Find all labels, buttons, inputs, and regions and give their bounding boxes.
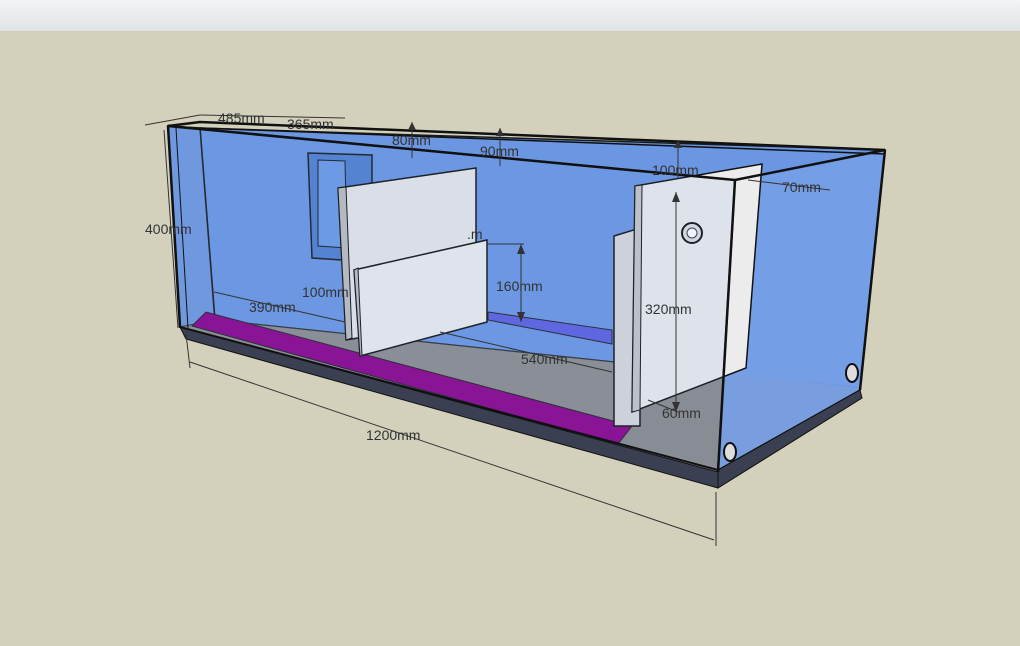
dim-label-middle-section: 540mm: [521, 351, 568, 367]
dim-label-hidden-fragment: .m: [467, 226, 483, 242]
dim-label-gap-a: 80mm: [392, 132, 431, 148]
dim-label-left-section: 390mm: [249, 299, 296, 315]
sump-model-view: 485mm 365mm 80mm 90mm 100mm 70mm 400mm .…: [144, 110, 887, 546]
dim-label-side-offset: 70mm: [782, 179, 821, 195]
front-glass: [166, 124, 737, 472]
dim-label-chamber-width: 365mm: [287, 116, 334, 132]
dim-label-gap-c: 100mm: [652, 162, 699, 178]
dim-label-length: 1200mm: [366, 427, 420, 443]
drain-fitting-left: [723, 442, 737, 462]
drain-fitting-right: [845, 363, 859, 383]
dim-label-gap-b: 90mm: [480, 143, 519, 159]
dim-label-partition-height: 320mm: [645, 301, 692, 317]
dim-label-height: 400mm: [145, 221, 192, 237]
dim-label-baffle-spacing: 100mm: [302, 284, 349, 300]
dim-label-bottom-gap: 60mm: [662, 405, 701, 421]
dim-label-baffle-height: 160mm: [496, 278, 543, 294]
dim-label-overall-width: 485mm: [218, 110, 265, 126]
